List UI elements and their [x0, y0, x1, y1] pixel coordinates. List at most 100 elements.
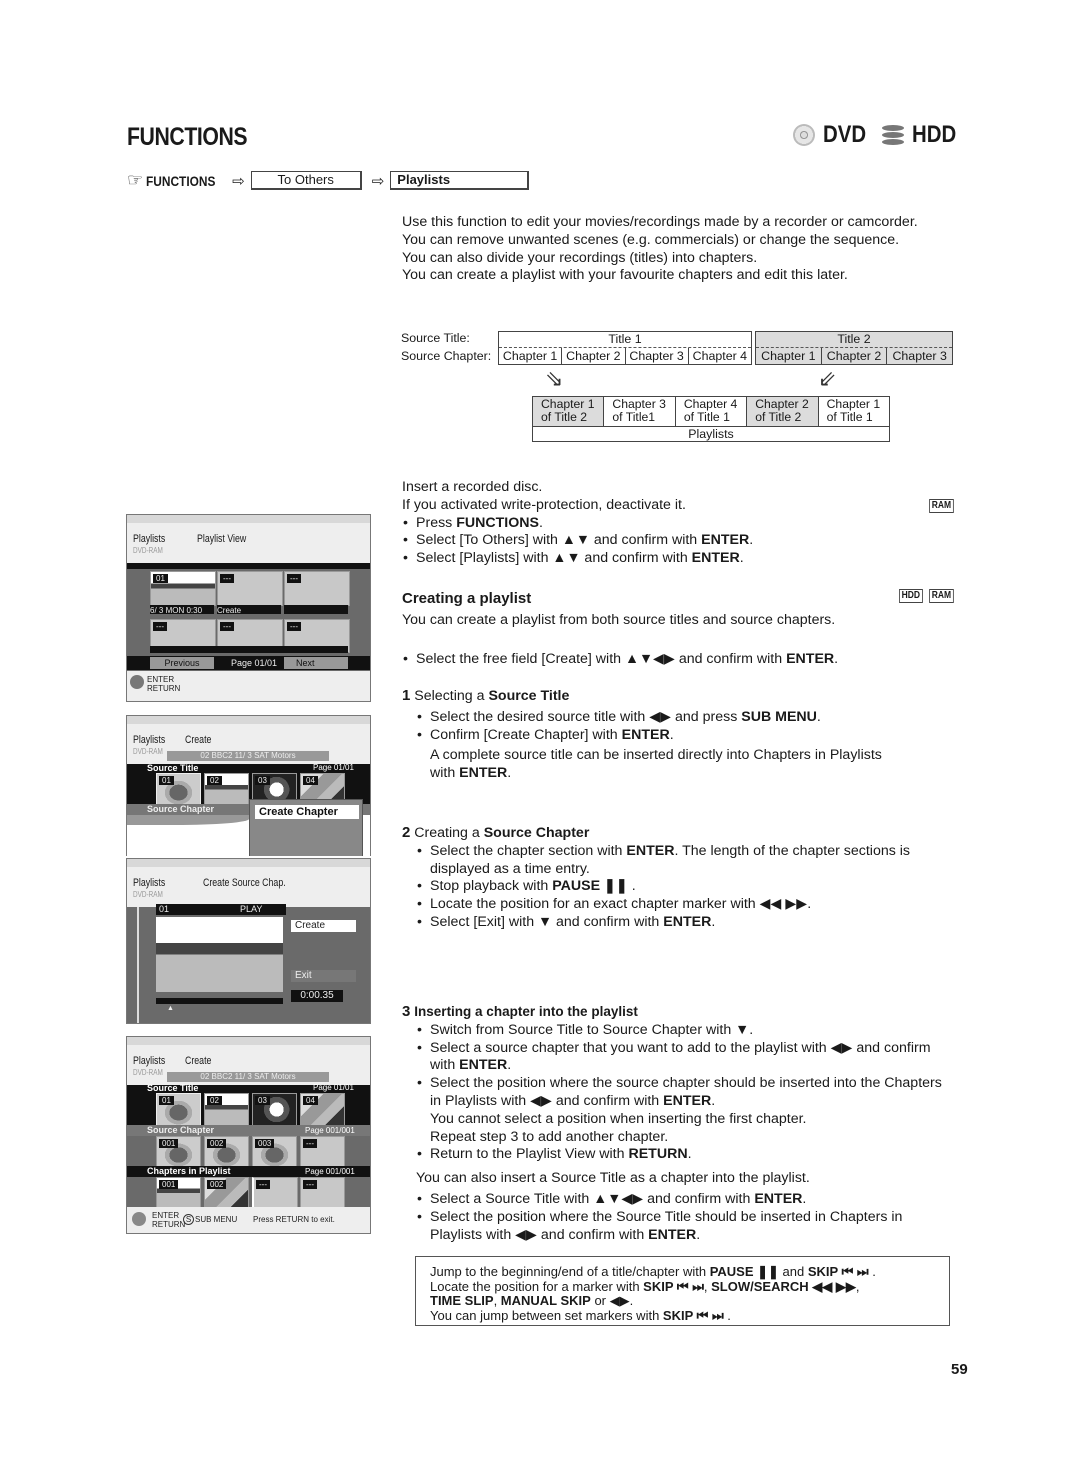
source-title-thumb[interactable]: 01: [156, 1093, 201, 1126]
source-title-heading: Source Title: [147, 763, 199, 773]
page-indicator: Page 001/001: [305, 1126, 355, 1135]
prep-bullet: Select [Playlists] with ▲▼ and confirm w…: [402, 550, 952, 568]
step3: 3 Inserting a chapter into the playlist …: [402, 1003, 950, 1244]
source-chapter-thumb[interactable]: 002: [204, 1136, 249, 1168]
source-title-thumb[interactable]: 03: [252, 1093, 297, 1126]
step2-bullet: Select the chapter section with ENTER. T…: [416, 843, 947, 879]
arrow-down-right-icon: ⇘: [545, 366, 564, 391]
recording-info: 02 BBC2 11/ 3 SAT Motors: [167, 751, 329, 761]
playlist-chapter-thumb-empty[interactable]: ---: [300, 1177, 345, 1209]
title1-block: Title 1 Chapter 1 Chapter 2 Chapter 3 Ch…: [498, 331, 752, 365]
prep-line: If you activated write-protection, deact…: [402, 496, 686, 513]
prep-bullet: Select [To Others] with ▲▼ and confirm w…: [402, 532, 952, 550]
source-title-thumb[interactable]: 02: [204, 1093, 249, 1126]
intro-line: You can remove unwanted scenes (e.g. com…: [402, 231, 900, 248]
pointing-hand-icon: ☞: [127, 170, 144, 190]
playlist-thumb[interactable]: 01: [150, 571, 216, 606]
step1-bullet: Select the desired source title with ◀▶ …: [416, 709, 947, 727]
previous-button[interactable]: Previous: [150, 657, 214, 669]
next-button[interactable]: Next: [284, 657, 348, 669]
source-chapter-thumb[interactable]: 001: [156, 1136, 201, 1168]
title2-chapter: Chapter 1: [756, 348, 822, 364]
title1-name: Title 1: [499, 332, 751, 348]
submenu-hint: SUB MENU: [195, 1215, 238, 1224]
ram-tag: RAM: [929, 589, 954, 603]
step2-bullet: Stop playback with PAUSE ❚❚ .: [416, 878, 947, 896]
section-desc: You can create a playlist from both sour…: [402, 612, 836, 628]
submenu-s-icon: S: [183, 1214, 194, 1225]
source-chapter-label: Source Chapter:: [401, 349, 492, 363]
step1: 1 Selecting a Source Title Select the de…: [402, 687, 947, 783]
playlist-diagram: Source Title: Source Chapter: Title 1 Ch…: [400, 330, 960, 450]
screen-create-popup: Playlists Create DVD-RAM 02 BBC2 11/ 3 S…: [126, 715, 371, 856]
title1-chapter: Chapter 1: [499, 348, 563, 364]
title2-chapter: Chapter 2: [822, 348, 888, 364]
tip-line: TIME SLIP, MANUAL SKIP or ◀▶.: [430, 1293, 634, 1309]
screen-hint-bar: ENTER RETURN S SUB MENU Press RETURN to …: [127, 1207, 370, 1233]
step3-bullet: Select a source chapter that you want to…: [416, 1040, 950, 1076]
exit-button[interactable]: Exit: [291, 970, 356, 982]
intro-text: Use this function to edit your movies/re…: [402, 214, 962, 285]
enter-hint: ENTER: [147, 675, 175, 684]
timeline-bar[interactable]: [156, 998, 283, 1004]
create-label[interactable]: Create: [217, 605, 281, 615]
menu-path-to-others: To Others: [250, 171, 362, 190]
screen-menu-label: Playlists: [133, 877, 166, 889]
title1-chapter: Chapter 2: [562, 348, 626, 364]
playlist-cell: Chapter 1 of Title 2: [533, 397, 605, 427]
step3-bullet: Switch from Source Title to Source Chapt…: [416, 1022, 950, 1040]
disc-type: DVD-RAM: [133, 546, 163, 555]
title2-block: Title 2 Chapter 1 Chapter 2 Chapter 3: [755, 331, 953, 365]
tip-line: Locate the position for a marker with SK…: [430, 1278, 860, 1294]
menu-path: ☞ FUNCTIONS ⇨ To Others ⇨ Playlists: [127, 170, 530, 191]
thumb-caption-empty: [284, 605, 348, 614]
source-title-thumb[interactable]: 04: [300, 1093, 345, 1126]
disc-type: DVD-RAM: [133, 747, 163, 756]
step3-also-bullet: Select the position where the Source Tit…: [416, 1209, 950, 1245]
remote-dpad-icon: [130, 675, 144, 689]
page-title: FUNCTIONS: [127, 123, 248, 151]
page-indicator: Page 01/01: [313, 1083, 354, 1092]
step3-also-bullet: Select a Source Title with ▲▼◀▶ and conf…: [416, 1191, 950, 1209]
playlist-chapter-thumb[interactable]: 001: [156, 1177, 201, 1209]
source-chapter-thumb[interactable]: 003: [252, 1136, 297, 1168]
dvd-disc-icon: [793, 124, 815, 146]
source-chapter-thumb-empty[interactable]: ---: [300, 1136, 345, 1168]
playlist-thumb-empty[interactable]: ---: [284, 571, 350, 606]
thumb-caption: 6/ 3 MON 0:30: [150, 605, 214, 615]
source-title-thumb[interactable]: 01: [156, 773, 201, 806]
playlist-chapter-thumb[interactable]: 002: [204, 1177, 249, 1209]
disc-type: DVD-RAM: [133, 890, 163, 899]
source-title-heading: Source Title: [147, 1083, 199, 1093]
title1-chapter: Chapter 3: [626, 348, 689, 364]
time-display: 0:00.35: [291, 990, 343, 1002]
tip-line: Jump to the beginning/end of a title/cha…: [430, 1264, 876, 1279]
step2: 2 Creating a Source Chapter Select the c…: [402, 824, 947, 932]
step3-bullet: Select the position where the source cha…: [416, 1075, 950, 1146]
create-chapter-option[interactable]: Create Chapter: [255, 805, 359, 819]
playback-status: PLAY: [237, 904, 286, 915]
step1-note: A complete source title can be inserted …: [430, 747, 882, 782]
hdd-tag: HDD: [899, 589, 923, 603]
create-button[interactable]: Create: [291, 920, 356, 932]
screen-hint-bar: ENTER RETURN: [127, 671, 370, 701]
caption-bar: [150, 646, 348, 653]
playlist-cell: Chapter 1 of Title 1: [818, 397, 890, 427]
disc-type-labels: DVD HDD: [793, 121, 964, 149]
menu-path-functions: FUNCTIONS: [146, 172, 216, 189]
playlist-thumb-create[interactable]: ---: [217, 571, 283, 606]
playlist-chapter-thumb-empty[interactable]: ---: [252, 1177, 298, 1209]
recording-info: 02 BBC2 11/ 3 SAT Motors: [167, 1072, 329, 1082]
prep-section: Insert a recorded disc. If you activated…: [402, 479, 952, 568]
source-title-thumb[interactable]: 02: [204, 773, 249, 806]
video-preview: [156, 917, 283, 992]
enter-hint: ENTER: [152, 1211, 180, 1220]
title1-chapter: Chapter 4: [692, 349, 748, 363]
hdd-icon: [881, 125, 904, 145]
page-number: 59: [951, 1361, 968, 1378]
source-title-label: Source Title:: [401, 331, 470, 345]
title2-name: Title 2: [756, 332, 952, 348]
hdd-label: HDD: [911, 121, 956, 148]
step2-bullet: Locate the position for an exact chapter…: [416, 896, 947, 914]
step2-bullet: Select [Exit] with ▼ and confirm with EN…: [416, 914, 947, 932]
